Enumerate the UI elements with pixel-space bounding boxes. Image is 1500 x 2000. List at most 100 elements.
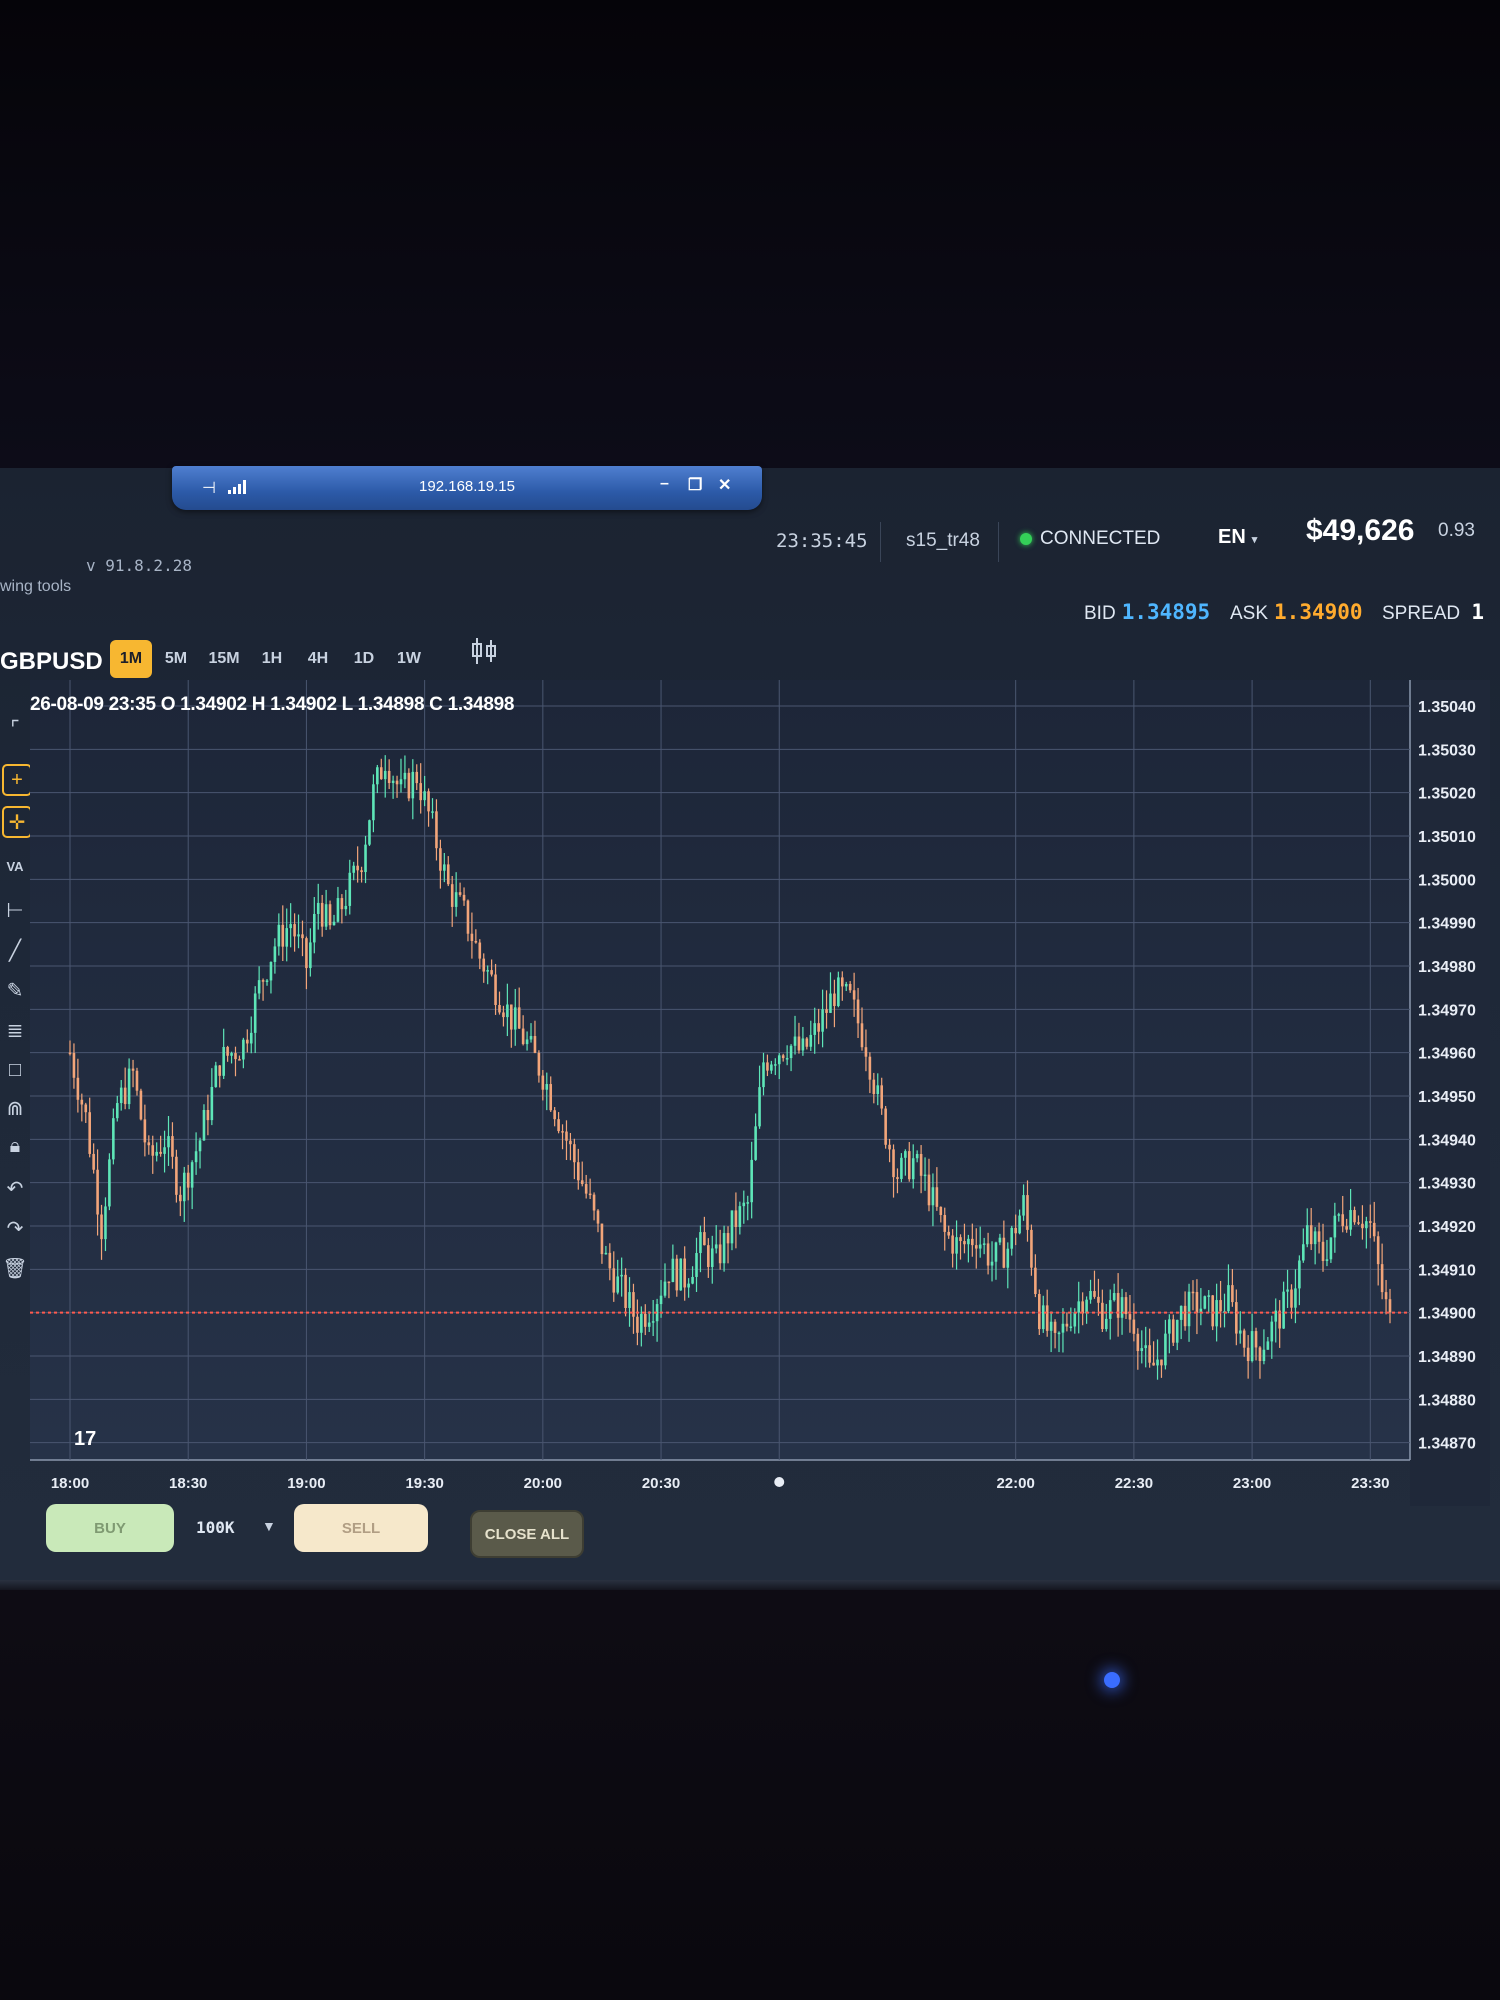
time-tick-label: 20:00	[524, 1475, 562, 1492]
trend-line-icon[interactable]: ╱	[2, 936, 28, 964]
chevron-down-icon: ▾	[1251, 534, 1258, 546]
close-icon[interactable]: ✕	[718, 475, 731, 495]
crosshair-icon[interactable]: ⌜	[2, 714, 28, 742]
chevron-down-icon[interactable]: ▼	[262, 1518, 276, 1534]
tab-timeframe-4h[interactable]: 4H	[300, 640, 336, 678]
redo-icon[interactable]: ↷	[2, 1214, 28, 1242]
candle-body	[88, 1112, 92, 1154]
candlestick-type-icon[interactable]	[468, 636, 500, 666]
undo-icon[interactable]: ↶	[2, 1174, 28, 1202]
candle-body	[1002, 1237, 1006, 1268]
candle-body	[604, 1252, 608, 1255]
candle-body	[72, 1052, 76, 1078]
candle-body	[797, 1036, 801, 1051]
candle-body	[285, 928, 289, 947]
candle-body	[1171, 1319, 1175, 1343]
candle-body	[1018, 1215, 1021, 1234]
minimize-icon[interactable]: –	[660, 475, 669, 493]
volume-icon[interactable]: VA	[2, 852, 28, 880]
price-chart[interactable]: 1.35040 1.35030 1.35020 1.35010 1.35000 1.349…	[30, 680, 1490, 1506]
candle-body	[927, 1174, 931, 1206]
candle-body	[301, 934, 304, 939]
candle-body	[1270, 1321, 1274, 1342]
candle-body	[754, 1126, 757, 1160]
candle-body	[364, 844, 367, 873]
tab-timeframe-1w[interactable]: 1W	[390, 640, 428, 678]
tab-timeframe-1m[interactable]: 1M	[110, 640, 152, 678]
price-tick-label: 1.34950	[1418, 1089, 1476, 1106]
candle-body	[1294, 1288, 1297, 1308]
trash-icon[interactable]: 🗑︎	[2, 1254, 28, 1282]
candle-body	[785, 1058, 789, 1060]
candle-body	[998, 1237, 1002, 1243]
symbol-name[interactable]: GBPUSD	[0, 648, 103, 676]
time-tick-label: 23:30	[1351, 1475, 1389, 1492]
candle-body	[1132, 1319, 1136, 1334]
time-tick-label: 19:00	[287, 1475, 325, 1492]
tab-timeframe-1d[interactable]: 1D	[346, 640, 382, 678]
candle-body	[84, 1104, 88, 1113]
candle-body	[210, 1086, 214, 1121]
fib-lines-icon[interactable]: ≣	[2, 1016, 28, 1044]
candle-body	[1286, 1289, 1289, 1292]
candle-body	[770, 1064, 773, 1071]
candle-body	[502, 1012, 505, 1018]
candle-body	[663, 1281, 667, 1296]
magnet-icon[interactable]: ⋒	[2, 1094, 28, 1122]
candle-body	[557, 1119, 560, 1132]
price-tick-label: 1.35030	[1418, 742, 1476, 759]
restore-icon[interactable]: ❐	[688, 475, 702, 495]
candle-body	[848, 983, 852, 991]
candle-body	[135, 1070, 139, 1091]
tab-timeframe-5m[interactable]: 5M	[158, 640, 194, 678]
candle-body	[801, 1038, 805, 1051]
candle-body	[738, 1206, 742, 1228]
candle-body	[112, 1118, 115, 1160]
sell-button[interactable]: SELL	[294, 1504, 428, 1552]
candle-body	[683, 1258, 686, 1288]
pencil-icon[interactable]: ✎	[2, 976, 28, 1004]
candle-body	[450, 884, 454, 907]
candle-body	[915, 1154, 919, 1159]
rectangle-icon[interactable]: □	[2, 1056, 28, 1084]
candle-body	[486, 970, 489, 972]
ask-quote: ASK 1.34900	[1230, 600, 1363, 625]
candle-body	[80, 1099, 84, 1105]
bid-quote: BID 1.34895	[1084, 600, 1210, 625]
candle-body	[640, 1313, 643, 1333]
candle-body	[470, 933, 474, 941]
candle-body	[1065, 1323, 1069, 1327]
zoom-out-icon[interactable]: ✛	[2, 806, 32, 838]
candle-body	[238, 1059, 241, 1061]
candle-body	[1104, 1318, 1108, 1330]
buy-button[interactable]: BUY	[46, 1504, 174, 1552]
candle-body	[320, 902, 324, 927]
candle-body	[1041, 1305, 1045, 1330]
candle-body	[699, 1232, 702, 1254]
close-all-button[interactable]: CLOSE ALL	[470, 1510, 584, 1558]
candle-body	[1124, 1297, 1128, 1315]
candle-body	[1321, 1241, 1325, 1261]
candle-body	[1309, 1225, 1313, 1245]
language-select[interactable]: EN ▾	[1218, 526, 1257, 549]
tab-timeframe-1h[interactable]: 1H	[254, 640, 290, 678]
quantity-select[interactable]: 100K	[196, 1518, 235, 1537]
zoom-in-icon[interactable]: +	[2, 764, 32, 796]
candle-body	[506, 1004, 509, 1018]
candle-body	[419, 783, 422, 801]
price-tick-label: 1.34940	[1418, 1132, 1476, 1149]
lock-icon[interactable]: 🔒︎	[2, 1132, 28, 1160]
candle-body	[1325, 1259, 1329, 1261]
connection-status: CONNECTED	[1020, 528, 1160, 550]
candle-body	[923, 1174, 927, 1177]
tab-timeframe-15m[interactable]: 15M	[202, 640, 246, 678]
candle-body	[249, 1032, 253, 1044]
candle-body	[368, 820, 371, 845]
candle-body	[1250, 1331, 1254, 1362]
candle-body	[182, 1172, 186, 1202]
candle-body	[565, 1131, 568, 1141]
candle-body	[131, 1068, 135, 1071]
candle-body	[837, 977, 840, 1007]
candle-body	[561, 1131, 564, 1133]
horizontal-line-icon[interactable]: ⊢	[2, 896, 28, 924]
